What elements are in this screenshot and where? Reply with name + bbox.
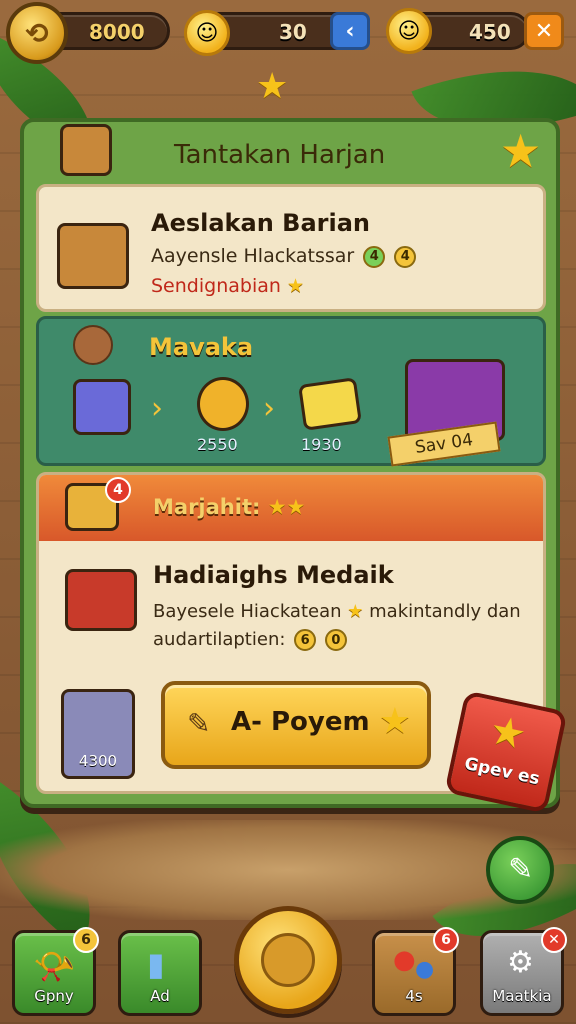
locked-chest-icon[interactable]: 4300 xyxy=(61,689,135,779)
card3-line2: audartilaptien: 6 0 xyxy=(153,629,347,651)
pencil-button[interactable]: ✎ xyxy=(486,836,554,904)
reward-card-2[interactable]: Mavaka › 2550 › 1930 Sav 04 xyxy=(36,316,546,467)
panel-title: Tantakan Harjan xyxy=(174,140,386,170)
toy-cart-icon xyxy=(65,569,137,631)
nav-button-4s[interactable]: ● ● 6 4s xyxy=(372,927,459,1016)
event-panel: Tantakan Harjan ★ Aeslakan Barian Aayens… xyxy=(20,118,568,814)
feather-icon: ✎ xyxy=(187,707,211,740)
nav-label: Ad xyxy=(150,987,170,1005)
header-notification-badge: 4 xyxy=(105,477,131,503)
chevron-left-icon: ‹ xyxy=(345,18,355,44)
gems-icon: ● xyxy=(393,945,416,975)
close-icon: ✕ xyxy=(534,18,554,44)
back-button[interactable]: ‹ xyxy=(330,12,370,50)
nav-label: Gpny xyxy=(34,987,74,1005)
nav-label: 4s xyxy=(405,987,423,1005)
star-icon: ★ xyxy=(286,275,304,297)
card3-header-label: Marjahit: xyxy=(153,495,261,519)
card3-line2-text: audartilaptien: xyxy=(153,629,286,650)
star-icon: ★ xyxy=(378,701,411,742)
lives-value: 30 xyxy=(279,20,307,44)
monkey-icon xyxy=(73,325,113,365)
happy-face-icon: ☺ xyxy=(184,10,230,56)
reward-card-1[interactable]: Aeslakan Barian Aayensle Hlackatssar 4 4… xyxy=(36,184,546,312)
card1-line2-text: Sendignabian xyxy=(151,275,281,297)
coin-icon[interactable]: ⟲ xyxy=(6,2,68,64)
gems-icon: ● xyxy=(415,957,435,982)
card-pack-icon xyxy=(298,377,362,431)
star-icon: ★★ xyxy=(267,495,306,519)
bottle-icon: ▮ xyxy=(147,945,165,983)
item1-value: 2550 xyxy=(197,435,238,454)
nav-button-ad[interactable]: ▮ Ad xyxy=(118,930,202,1016)
gold-badge: 6 xyxy=(294,629,317,651)
coin-value: 8000 xyxy=(89,20,145,44)
card3-header-text: Marjahit: ★★ xyxy=(153,495,305,519)
treasure-box-icon xyxy=(60,124,112,176)
gold-badge: 4 xyxy=(394,245,417,268)
gold-potion-icon xyxy=(197,377,249,431)
close-icon: ✕ xyxy=(548,932,560,948)
card1-line2: Sendignabian ★ xyxy=(151,275,304,297)
close-badge: ✕ xyxy=(541,927,567,953)
horn-icon: 📯 xyxy=(33,947,76,987)
card3-title: Hadiaighs Medaik xyxy=(153,561,394,589)
card1-line1: Aayensle Hlackatssar 4 4 xyxy=(151,245,417,268)
card2-title: Mavaka xyxy=(149,333,254,361)
gold-badge: 0 xyxy=(324,629,347,651)
side-button-label: Gpev es xyxy=(462,753,542,790)
side-red-button[interactable]: ★ Gpev es xyxy=(444,690,568,814)
home-coin-icon xyxy=(261,933,315,987)
play-button[interactable]: ✎ A- Poyem ★ xyxy=(161,681,431,769)
camera-box-icon xyxy=(57,223,129,289)
top-bar: 8000 ⟲ 30 ☺ ‹ 450 ☺ ✕ xyxy=(0,0,576,64)
play-button-label: A- Poyem xyxy=(231,707,370,737)
arrow-icon: › xyxy=(263,391,275,426)
card3-line1-tail: makintandly dan xyxy=(369,601,521,622)
sun-value: 450 xyxy=(469,20,511,44)
card3-line1-text: Bayesele Hiackatean xyxy=(153,601,342,622)
chest-value: 4300 xyxy=(78,752,118,770)
home-button[interactable] xyxy=(234,906,342,1014)
green-badge: 4 xyxy=(363,245,386,268)
arrow-icon: › xyxy=(151,391,163,426)
star-icon: ★ xyxy=(347,601,364,622)
close-button[interactable]: ✕ xyxy=(524,12,564,50)
nav-button-gpny[interactable]: 📯 6 Gpny xyxy=(12,927,99,1016)
sun-icon: ☺ xyxy=(386,8,432,54)
ribbon-text: Sav 04 xyxy=(413,430,475,458)
card3-line1: Bayesele Hiackatean ★ makintandly dan xyxy=(153,601,521,622)
purple-chest-icon xyxy=(73,379,131,435)
star-icon: ★ xyxy=(485,706,531,760)
nav-badge: 6 xyxy=(73,927,99,953)
nav-badge: 6 xyxy=(433,927,459,953)
top-star-icon: ★ xyxy=(256,66,289,107)
settings-tool-icon: ⚙ xyxy=(507,945,534,980)
nav-label: Maatkia xyxy=(492,987,552,1005)
item2-value: 1930 xyxy=(301,435,342,454)
card1-line1-text: Aayensle Hlackatssar xyxy=(151,245,355,267)
panel-star-icon: ★ xyxy=(500,124,542,178)
nav-button-maatkia[interactable]: ⚙ ✕ Maatkia xyxy=(480,927,567,1016)
card1-title: Aeslakan Barian xyxy=(151,209,370,237)
pencil-icon: ✎ xyxy=(508,852,534,887)
